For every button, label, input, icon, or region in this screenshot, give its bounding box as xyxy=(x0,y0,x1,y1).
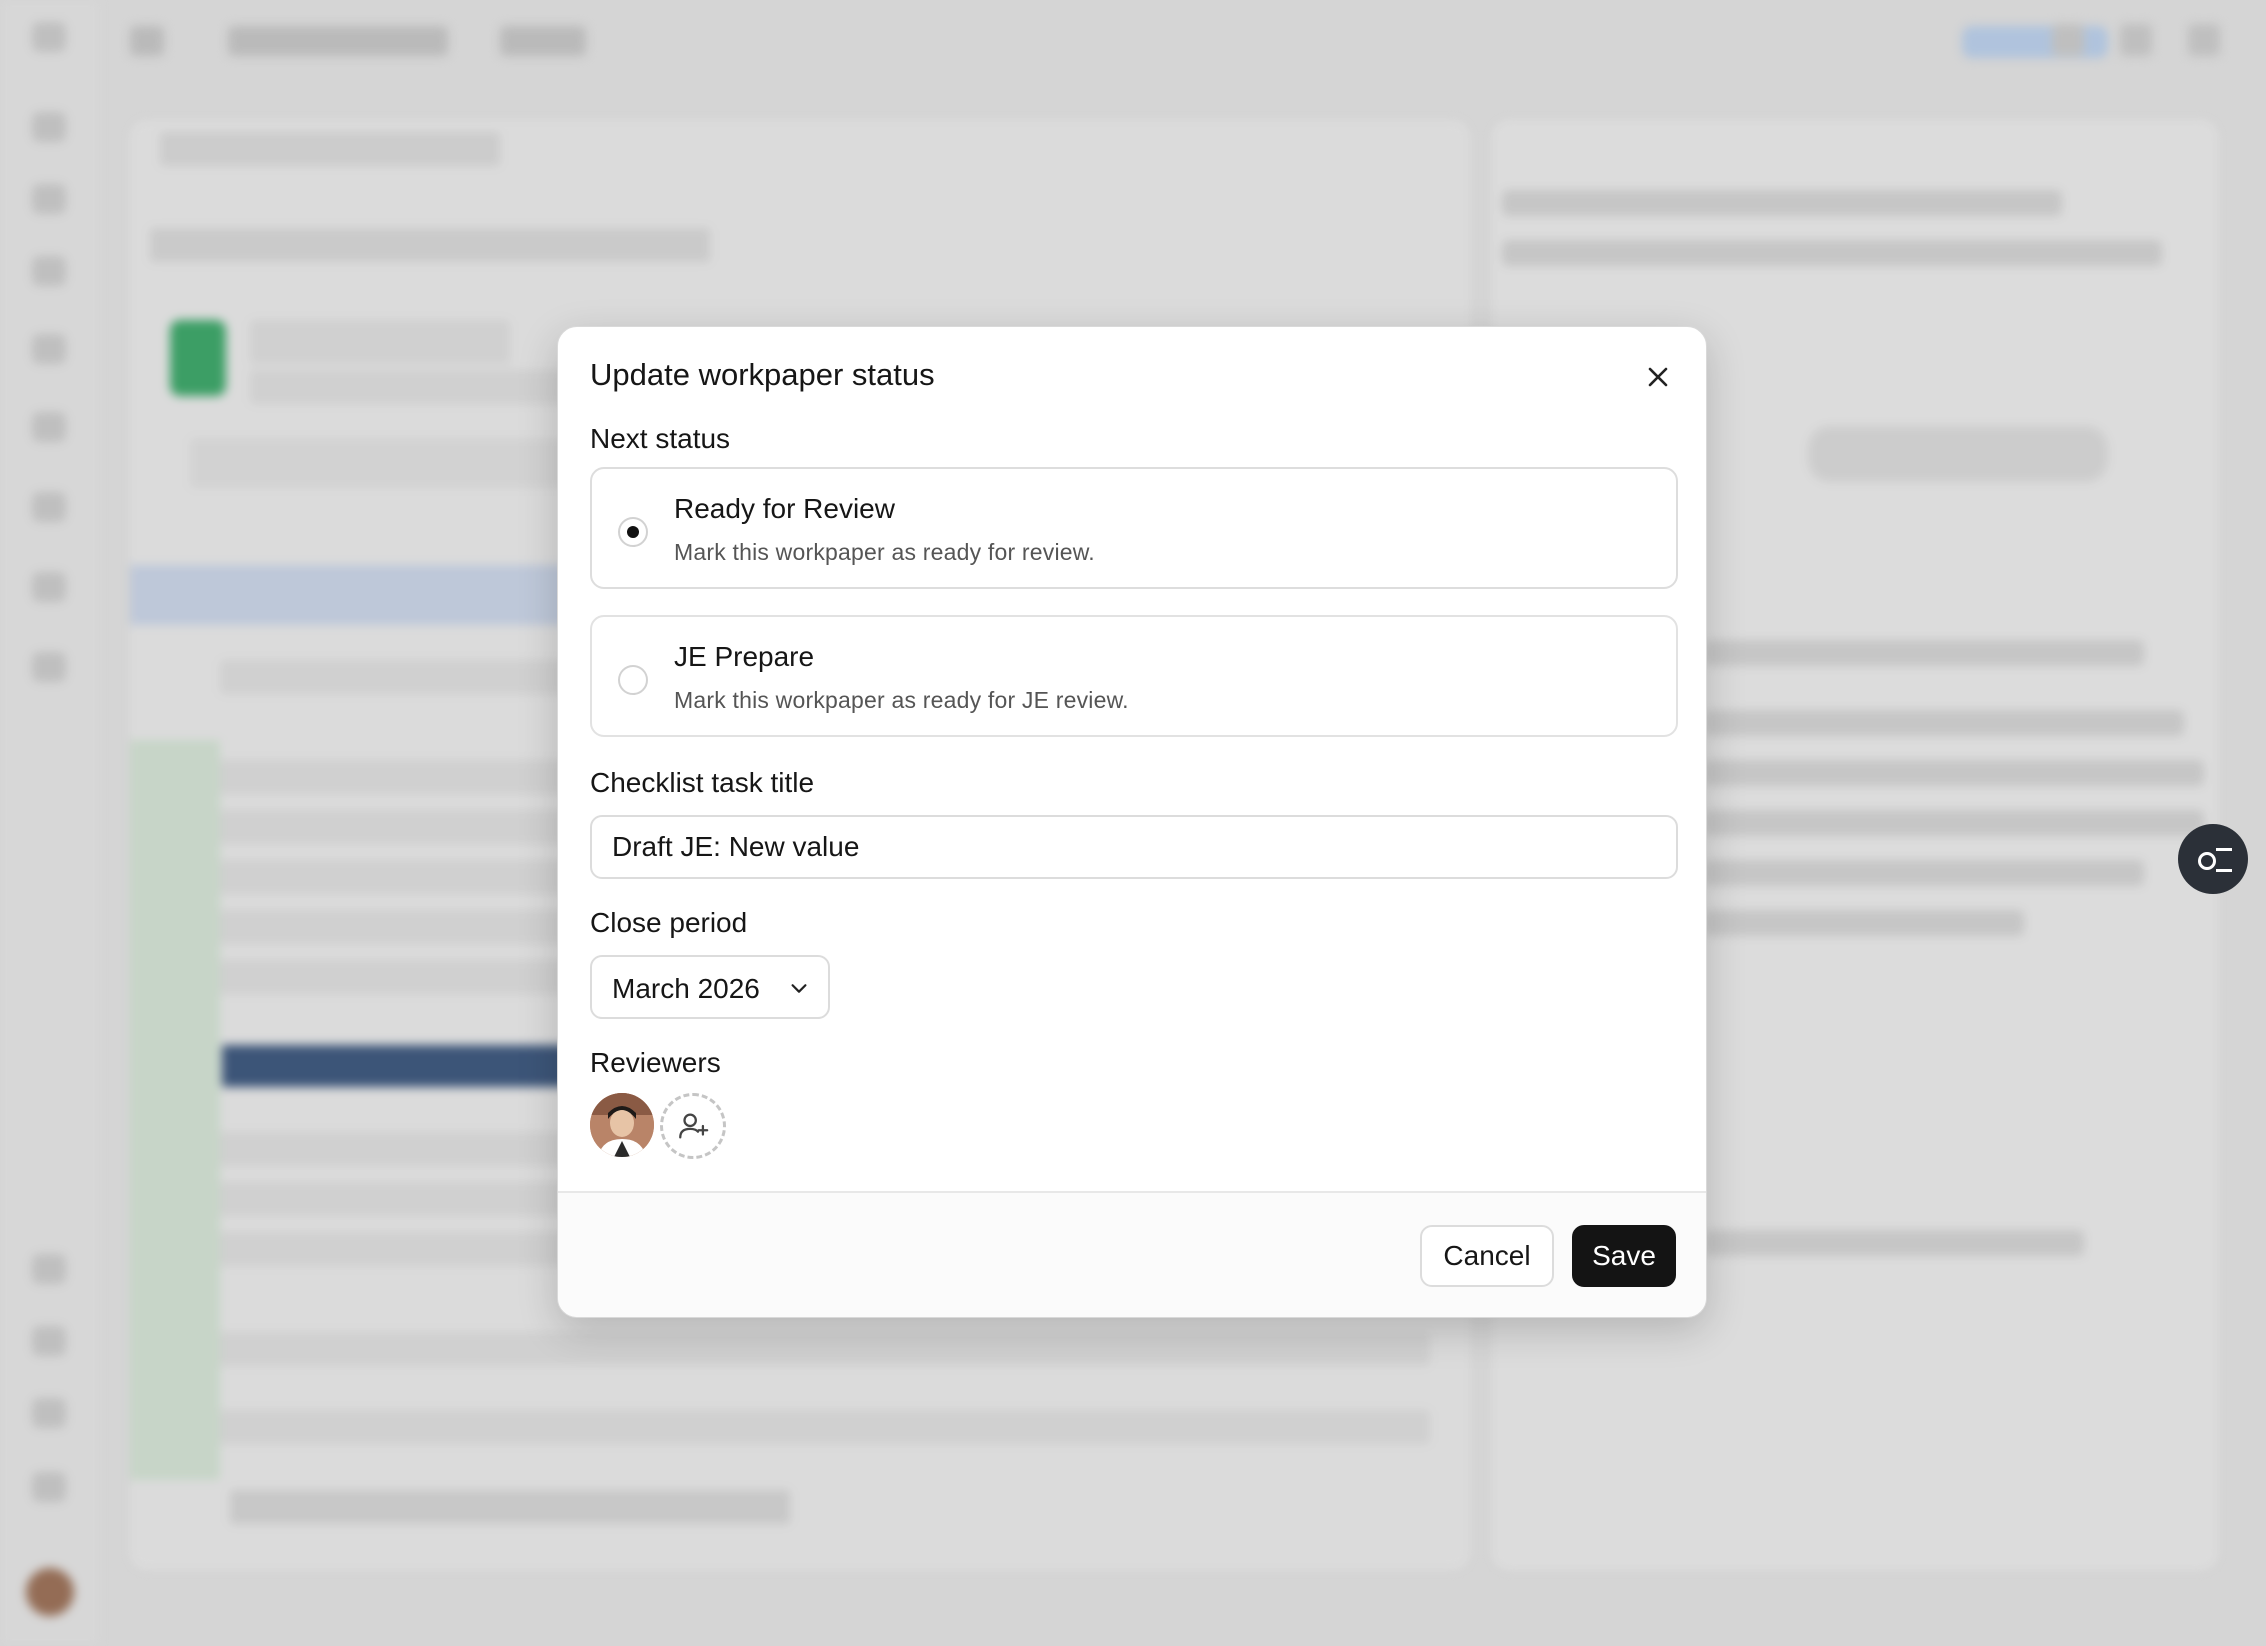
radio-button[interactable] xyxy=(618,665,648,695)
add-reviewer-button[interactable] xyxy=(660,1093,726,1159)
close-period-value: March 2026 xyxy=(612,973,760,1004)
option-description: Mark this workpaper as ready for review. xyxy=(674,539,1095,565)
reviewer-avatar[interactable] xyxy=(590,1093,654,1157)
avatar-image xyxy=(590,1093,654,1157)
close-period-select[interactable]: March 2026 xyxy=(590,955,830,1019)
reviewers-label: Reviewers xyxy=(590,1047,721,1078)
radio-button[interactable] xyxy=(618,517,648,547)
next-status-label: Next status xyxy=(590,423,731,454)
dialog-title: Update workpaper status xyxy=(590,357,935,392)
checklist-task-label: Checklist task title xyxy=(590,767,815,798)
cancel-button[interactable]: Cancel xyxy=(1420,1225,1554,1287)
dialog-footer: Cancel Save xyxy=(558,1193,1706,1317)
checklist-task-input[interactable] xyxy=(590,815,1678,879)
chevron-down-icon xyxy=(791,984,807,993)
update-status-dialog: Update workpaper status Next status Read… xyxy=(557,326,1707,1318)
save-button[interactable]: Save xyxy=(1572,1225,1676,1287)
status-option-ready-for-review[interactable]: Ready for Review Mark this workpaper as … xyxy=(590,467,1678,589)
checklist-float-button[interactable] xyxy=(2178,824,2248,894)
close-icon xyxy=(1648,367,1668,387)
close-period-label: Close period xyxy=(590,907,748,938)
status-option-je-prepare[interactable]: JE Prepare Mark this workpaper as ready … xyxy=(590,615,1678,737)
close-button[interactable] xyxy=(1636,355,1680,399)
add-user-icon xyxy=(679,1113,709,1139)
option-title: Ready for Review xyxy=(674,493,895,524)
option-description: Mark this workpaper as ready for JE revi… xyxy=(674,687,1129,713)
option-title: JE Prepare xyxy=(674,641,815,672)
